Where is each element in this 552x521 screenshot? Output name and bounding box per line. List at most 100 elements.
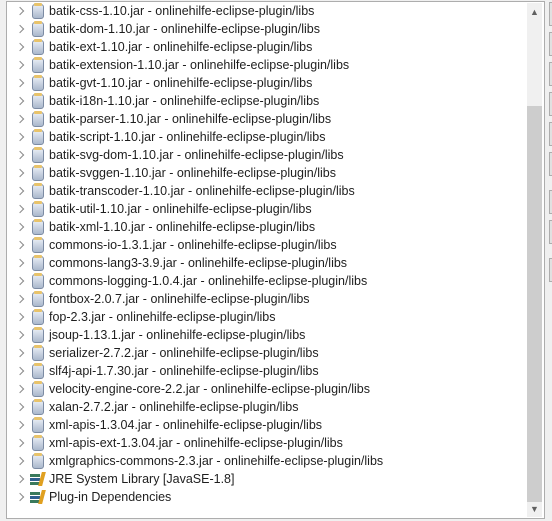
tree-item[interactable]: batik-util-1.10.jar - onlinehilfe-eclips… <box>7 200 312 218</box>
tree-item[interactable]: serializer-2.7.2.jar - onlinehilfe-eclip… <box>7 344 319 362</box>
tree-item-label: batik-dom-1.10.jar - onlinehilfe-eclipse… <box>49 22 320 36</box>
chevron-right-icon[interactable] <box>16 384 26 394</box>
tree-item[interactable]: velocity-engine-core-2.2.jar - onlinehil… <box>7 380 370 398</box>
chevron-right-icon[interactable] <box>16 420 26 430</box>
chevron-right-icon[interactable] <box>16 294 26 304</box>
tree-item-label: xml-apis-ext-1.3.04.jar - onlinehilfe-ec… <box>49 436 343 450</box>
chevron-right-icon[interactable] <box>16 348 26 358</box>
jar-icon <box>32 398 44 415</box>
tree-item[interactable]: xml-apis-1.3.04.jar - onlinehilfe-eclips… <box>7 416 322 434</box>
tree-item[interactable]: Plug-in Dependencies <box>7 488 171 506</box>
tree-item[interactable]: fop-2.3.jar - onlinehilfe-eclipse-plugin… <box>7 308 276 326</box>
jar-icon <box>32 272 44 289</box>
chevron-right-icon[interactable] <box>16 312 26 322</box>
tree-item[interactable]: batik-dom-1.10.jar - onlinehilfe-eclipse… <box>7 20 320 38</box>
jar-icon <box>32 74 44 91</box>
tree-item[interactable]: batik-extension-1.10.jar - onlinehilfe-e… <box>7 56 349 74</box>
chevron-right-icon[interactable] <box>16 60 26 70</box>
jar-icon <box>32 182 44 199</box>
jar-icon <box>32 146 44 163</box>
tree-item-label: slf4j-api-1.7.30.jar - onlinehilfe-eclip… <box>49 364 319 378</box>
chevron-right-icon[interactable] <box>16 492 26 502</box>
tree-item-label: batik-script-1.10.jar - onlinehilfe-ecli… <box>49 130 326 144</box>
tree-item[interactable]: batik-gvt-1.10.jar - onlinehilfe-eclipse… <box>7 74 312 92</box>
tree-item[interactable]: JRE System Library [JavaSE-1.8] <box>7 470 234 488</box>
tree-item[interactable]: batik-script-1.10.jar - onlinehilfe-ecli… <box>7 128 326 146</box>
chevron-right-icon[interactable] <box>16 96 26 106</box>
chevron-right-icon[interactable] <box>16 222 26 232</box>
chevron-right-icon[interactable] <box>16 24 26 34</box>
jar-icon <box>32 200 44 217</box>
tree-item[interactable]: xml-apis-ext-1.3.04.jar - onlinehilfe-ec… <box>7 434 343 452</box>
chevron-right-icon[interactable] <box>16 186 26 196</box>
jar-icon <box>32 290 44 307</box>
library-icon <box>30 472 46 486</box>
chevron-right-icon[interactable] <box>16 42 26 52</box>
tree-item[interactable]: batik-i18n-1.10.jar - onlinehilfe-eclips… <box>7 92 319 110</box>
vertical-scrollbar[interactable]: ▲ ▼ <box>527 3 542 517</box>
chevron-right-icon[interactable] <box>16 438 26 448</box>
scroll-up-arrow-icon[interactable]: ▲ <box>527 5 542 20</box>
tree-item-label: batik-css-1.10.jar - onlinehilfe-eclipse… <box>49 4 315 18</box>
tree-item-label: commons-logging-1.0.4.jar - onlinehilfe-… <box>49 274 368 288</box>
tree-item[interactable]: batik-svg-dom-1.10.jar - onlinehilfe-ecl… <box>7 146 344 164</box>
package-explorer-tree-panel: batik-css-1.10.jar - onlinehilfe-eclipse… <box>6 1 545 519</box>
tree-item[interactable]: slf4j-api-1.7.30.jar - onlinehilfe-eclip… <box>7 362 319 380</box>
tree-item[interactable]: xmlgraphics-commons-2.3.jar - onlinehilf… <box>7 452 383 470</box>
chevron-right-icon[interactable] <box>16 366 26 376</box>
chevron-right-icon[interactable] <box>16 132 26 142</box>
tree-item[interactable]: commons-logging-1.0.4.jar - onlinehilfe-… <box>7 272 367 290</box>
chevron-right-icon[interactable] <box>16 150 26 160</box>
jar-icon <box>32 416 44 433</box>
chevron-right-icon[interactable] <box>16 6 26 16</box>
chevron-right-icon[interactable] <box>16 114 26 124</box>
tree-item-label: xml-apis-1.3.04.jar - onlinehilfe-eclips… <box>49 418 323 432</box>
tree-item-label: batik-svggen-1.10.jar - onlinehilfe-ecli… <box>49 166 336 180</box>
chevron-right-icon[interactable] <box>16 204 26 214</box>
tree-item[interactable]: commons-lang3-3.9.jar - onlinehilfe-ecli… <box>7 254 347 272</box>
jar-icon <box>32 308 44 325</box>
chevron-right-icon[interactable] <box>16 330 26 340</box>
jar-icon <box>32 380 44 397</box>
tree-item-label: velocity-engine-core-2.2.jar - onlinehil… <box>49 382 370 396</box>
tree-item[interactable]: batik-css-1.10.jar - onlinehilfe-eclipse… <box>7 2 314 20</box>
chevron-right-icon[interactable] <box>16 168 26 178</box>
jar-icon <box>32 344 44 361</box>
jar-icon <box>32 20 44 37</box>
tree-item-label: JRE System Library [JavaSE-1.8] <box>49 472 235 486</box>
tree-item-label: serializer-2.7.2.jar - onlinehilfe-eclip… <box>49 346 319 360</box>
jar-icon <box>32 164 44 181</box>
chevron-right-icon[interactable] <box>16 258 26 268</box>
tree-item-label: batik-xml-1.10.jar - onlinehilfe-eclipse… <box>49 220 316 234</box>
jar-icon <box>32 110 44 127</box>
tree-item[interactable]: fontbox-2.0.7.jar - onlinehilfe-eclipse-… <box>7 290 310 308</box>
tree-item-label: xmlgraphics-commons-2.3.jar - onlinehilf… <box>49 454 384 468</box>
chevron-right-icon[interactable] <box>16 456 26 466</box>
tree-item-label: batik-i18n-1.10.jar - onlinehilfe-eclips… <box>49 94 320 108</box>
tree-item-label: jsoup-1.13.1.jar - onlinehilfe-eclipse-p… <box>49 328 306 342</box>
scrollbar-thumb[interactable] <box>527 106 542 502</box>
jar-icon <box>32 362 44 379</box>
tree-item[interactable]: batik-parser-1.10.jar - onlinehilfe-ecli… <box>7 110 331 128</box>
chevron-right-icon[interactable] <box>16 474 26 484</box>
tree-item[interactable]: commons-io-1.3.1.jar - onlinehilfe-eclip… <box>7 236 337 254</box>
tree-item[interactable]: batik-ext-1.10.jar - onlinehilfe-eclipse… <box>7 38 312 56</box>
tree-item-label: Plug-in Dependencies <box>49 490 172 504</box>
chevron-right-icon[interactable] <box>16 78 26 88</box>
chevron-right-icon[interactable] <box>16 276 26 286</box>
chevron-right-icon[interactable] <box>16 402 26 412</box>
jar-icon <box>32 326 44 343</box>
tree-item[interactable]: batik-xml-1.10.jar - onlinehilfe-eclipse… <box>7 218 315 236</box>
tree-item[interactable]: xalan-2.7.2.jar - onlinehilfe-eclipse-pl… <box>7 398 298 416</box>
jar-icon <box>32 452 44 469</box>
library-icon <box>30 490 46 504</box>
jar-icon <box>32 434 44 451</box>
jar-icon <box>32 56 44 73</box>
chevron-right-icon[interactable] <box>16 240 26 250</box>
scroll-down-arrow-icon[interactable]: ▼ <box>527 502 542 517</box>
tree-item[interactable]: batik-transcoder-1.10.jar - onlinehilfe-… <box>7 182 355 200</box>
tree-item-label: batik-ext-1.10.jar - onlinehilfe-eclipse… <box>49 40 313 54</box>
tree-item[interactable]: batik-svggen-1.10.jar - onlinehilfe-ecli… <box>7 164 336 182</box>
tree-item[interactable]: jsoup-1.13.1.jar - onlinehilfe-eclipse-p… <box>7 326 305 344</box>
jar-icon <box>32 38 44 55</box>
